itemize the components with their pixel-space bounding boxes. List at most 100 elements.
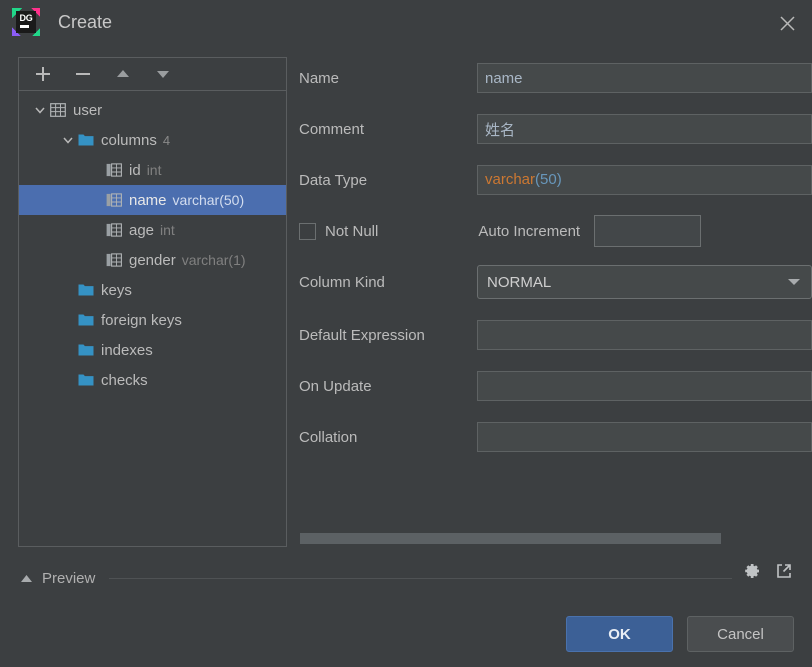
data-type-args: (50) [535,171,562,188]
data-type-label: Data Type [299,171,368,189]
tree-item-label: indexes [101,341,153,359]
tree-item-count: 4 [162,132,171,148]
on-update-input[interactable] [477,371,812,401]
tree-item-label: columns [101,131,157,149]
column-icon [105,191,123,209]
default-expression-label: Default Expression [299,326,425,344]
tree-item-indexes[interactable]: indexes [19,335,286,365]
external-link-icon[interactable] [774,561,794,581]
cancel-button[interactable]: Cancel [687,616,794,652]
form-row-flags: Not Null Auto Increment [299,214,812,248]
tree-item-checks[interactable]: checks [19,365,286,395]
collation-input[interactable] [477,422,812,452]
object-tree[interactable]: user columns 4 id int name varchar(50) age int ge… [19,91,286,546]
tree-item-keys[interactable]: keys [19,275,286,305]
scrollbar-thumb[interactable] [300,533,721,544]
data-type-input[interactable]: varchar(50) [477,165,812,195]
form-row-name: Name [299,61,812,95]
not-null-checkbox[interactable]: Not Null [299,222,379,240]
tree-item-type: int [160,222,175,238]
data-type-base: varchar [485,171,536,188]
tree-item-age[interactable]: age int [19,215,286,245]
column-icon [106,163,122,177]
folder-icon [78,344,94,356]
gear-icon[interactable] [742,561,762,581]
column-icon [106,223,122,237]
close-button[interactable] [770,6,804,40]
form-row-column-kind: Column Kind NORMAL [299,265,812,299]
tree-item-label: name [129,191,167,209]
default-expression-input[interactable] [477,320,812,350]
preview-bar: Preview [18,564,794,590]
tree-item-gender[interactable]: gender varchar(1) [19,245,286,275]
form-row-default-expression: Default Expression [299,318,812,352]
folder-icon [78,284,94,296]
expand-chevron[interactable] [31,101,49,119]
tree-item-label: gender [129,251,176,269]
auto-increment-label: Auto Increment [478,222,581,240]
tree-chevron-spacer [87,251,105,269]
folder-icon [77,311,95,329]
tree-item-id[interactable]: id int [19,155,286,185]
tree-item-type: varchar(50) [172,192,245,208]
tree-item-label: foreign keys [101,311,182,329]
column-kind-select[interactable]: NORMAL [477,265,812,299]
ok-button[interactable]: OK [566,616,673,652]
tree-chevron-spacer [59,371,77,389]
name-label: Name [299,69,340,87]
form-row-comment: Comment [299,112,812,146]
folder-icon [77,281,95,299]
minus-icon [76,73,90,75]
tree-chevron-spacer [59,281,77,299]
table-icon [50,103,66,117]
add-button[interactable] [31,62,55,86]
tree-item-columns[interactable]: columns 4 [19,125,286,155]
remove-button[interactable] [71,62,95,86]
folder-icon [77,371,95,389]
tree-item-label: user [73,101,103,119]
not-null-label: Not Null [325,222,379,240]
tree-item-foreign-keys[interactable]: foreign keys [19,305,286,335]
create-table-dialog: DG Create user columns 4 id int name var… [0,0,812,667]
chevron-down-icon [787,277,801,287]
tree-item-label: id [129,161,141,179]
tree-item-label: checks [101,371,148,389]
auto-increment-field[interactable] [594,215,702,247]
column-kind-value: NORMAL [487,273,552,291]
move-up-button[interactable] [111,62,135,86]
tree-chevron-spacer [59,341,77,359]
expand-chevron[interactable] [59,131,77,149]
tree-item-type: int [146,162,162,178]
arrow-up-icon [117,70,129,77]
column-icon [105,251,123,269]
preview-actions [742,561,794,581]
chevron-down-icon [35,107,45,114]
tree-toolbar [19,58,286,91]
title-bar: DG Create [0,0,812,46]
datagrip-logo-icon: DG [12,8,40,36]
chevron-down-icon [63,137,73,144]
name-input[interactable] [477,63,812,93]
tree-item-name[interactable]: name varchar(50) [19,185,286,215]
object-tree-panel: user columns 4 id int name varchar(50) age int ge… [18,57,287,547]
comment-input[interactable] [477,114,812,144]
preview-toggle[interactable]: Preview [18,570,95,587]
move-down-button[interactable] [151,62,175,86]
column-kind-label: Column Kind [299,273,385,291]
dialog-title: Create [58,12,113,32]
tree-chevron-spacer [87,191,105,209]
tree-item-user[interactable]: user [19,95,286,125]
close-icon [779,15,795,31]
tree-item-label: age [129,221,155,239]
column-icon [105,221,123,239]
triangle-up-icon [18,570,34,586]
tree-item-label: keys [101,281,132,299]
column-properties-form: Name Comment Data Type varchar(50) Not N… [299,57,812,527]
table-icon [49,101,67,119]
tree-chevron-spacer [87,161,105,179]
dialog-buttons: OK Cancel [566,616,794,652]
column-icon [105,161,123,179]
form-horizontal-scrollbar[interactable] [299,532,799,545]
collation-label: Collation [299,428,358,446]
on-update-label: On Update [299,377,372,395]
